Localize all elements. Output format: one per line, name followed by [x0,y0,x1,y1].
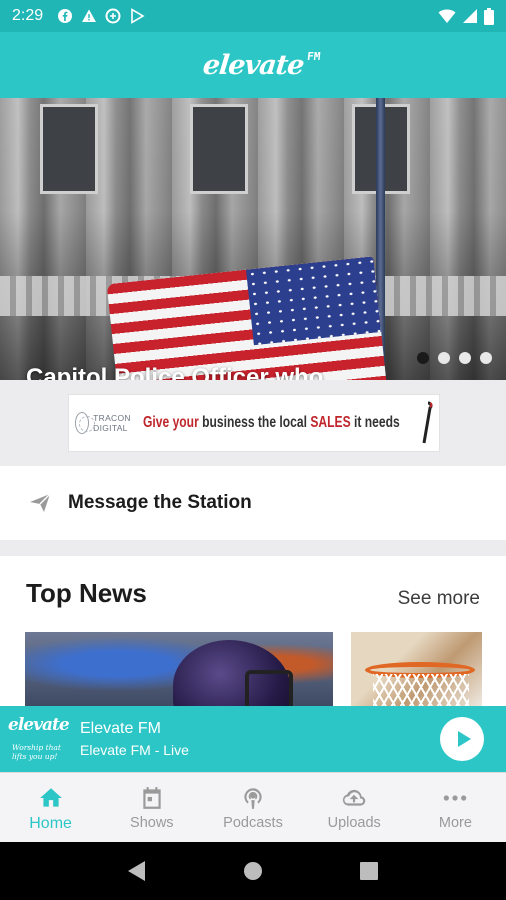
status-time: 2:29 [12,7,44,24]
station-logo: elevate FM [201,49,321,81]
play-icon [457,731,471,747]
hero-carousel[interactable]: Capitol Police Officer who responded to … [0,98,506,380]
ad-area: TRACON DIGITAL Give your business the lo… [0,380,506,466]
nav-label-uploads: Uploads [327,815,381,831]
app-bar: elevate FM [0,32,506,98]
nav-item-more[interactable]: More [405,773,506,842]
recents-icon[interactable] [359,861,379,881]
ad-banner[interactable]: TRACON DIGITAL Give your business the lo… [68,394,440,452]
ad-brand-name: TRACON DIGITAL [93,413,131,433]
nav-label-more: More [438,815,472,831]
alert-icon [82,9,97,22]
facebook-icon [58,9,73,23]
player-station-name: Elevate FM [80,720,161,737]
data-saver-icon [105,8,121,24]
play-button[interactable] [440,717,484,761]
nav-item-home[interactable]: Home [0,773,101,842]
system-navigation-bar [0,842,506,900]
see-more-link[interactable]: See more [398,588,480,610]
message-station-label: Message the Station [68,492,252,513]
carousel-dot-1[interactable] [417,352,429,364]
carousel-dot-3[interactable] [459,352,471,364]
back-icon[interactable] [127,860,147,882]
hero-image [0,98,506,380]
ad-tagline-part3: SALES [310,414,351,431]
nav-item-uploads[interactable]: Uploads [304,773,405,842]
logo-suffix: FM [306,49,321,63]
status-bar: 2:29 [0,0,506,32]
more-icon [444,795,467,801]
calendar-icon [143,787,161,809]
ad-tagline-part2: business the local [201,414,307,431]
carousel-dot-2[interactable] [438,352,450,364]
mini-player[interactable]: elevate Worship that lifts you up! Eleva… [0,706,506,772]
notification-icons [57,8,145,24]
podcast-icon [244,788,262,809]
golf-club-icon [422,401,433,444]
play-store-icon [131,8,145,24]
tracon-logo-icon [75,412,96,434]
logo-text: elevate [201,49,305,81]
nav-item-podcasts[interactable]: Podcasts [202,773,303,842]
hero-headline[interactable]: Capitol Police Officer who responded to … [26,360,406,380]
player-station-logo: elevate Worship that lifts you up! [6,711,74,767]
carousel-dot-4[interactable] [480,352,492,364]
player-subtitle: Elevate FM - Live [80,742,189,758]
app-screen: 2:29 elevate FM Capitol Police Officer w… [0,0,506,900]
battery-icon [484,7,494,25]
nav-label-home: Home [29,815,72,832]
home-circle-icon[interactable] [242,860,264,882]
message-station-row[interactable]: Message the Station [0,466,506,540]
system-icons [438,7,494,25]
player-logo-text: elevate [8,715,70,735]
upload-icon [343,789,366,806]
ad-tagline: Give your business the local SALES it ne… [143,414,400,432]
top-news-section: Top News See more [0,556,506,716]
news-card-1[interactable] [25,632,333,712]
top-news-title: Top News [26,578,147,608]
signal-icon [463,9,477,23]
football-helmet-image [173,640,293,712]
send-icon [30,493,51,512]
nav-label-podcasts: Podcasts [223,815,283,831]
ad-brand: TRACON DIGITAL [69,412,139,434]
wifi-icon [438,9,456,23]
bottom-navigation: Home Shows Podcasts Uploads More [0,772,506,842]
carousel-indicator [417,352,492,364]
news-card-2[interactable] [351,632,482,712]
nav-label-shows: Shows [130,815,174,831]
ad-tagline-part1: Give your [142,414,199,431]
player-info: Elevate FM Elevate FM - Live [80,720,189,758]
ad-tagline-part4: it needs [353,414,400,431]
player-logo-slogan: Worship that lifts you up! [12,743,61,761]
home-icon [39,788,62,807]
nav-item-shows[interactable]: Shows [101,773,202,842]
